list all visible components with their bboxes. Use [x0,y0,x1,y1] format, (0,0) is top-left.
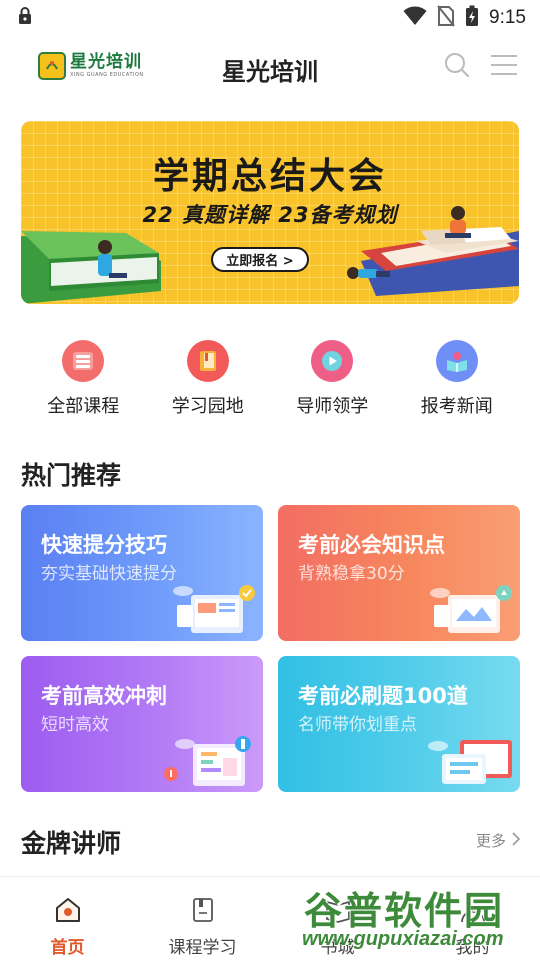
watermark-url: www.gupuxiazai.com [302,928,504,950]
battery-charging-icon [465,5,479,31]
home-icon [54,897,82,927]
section-title-teachers: 金牌讲师 [21,829,122,858]
menu-icon[interactable] [490,53,518,81]
status-bar: 9:15 [0,0,540,36]
quick-nav-all-courses[interactable]: 全部课程 [21,340,146,424]
watermark: 谷普软件园 www.gupuxiazai.com [296,876,540,960]
card-title: 考前必刷题100道 [298,684,468,708]
wifi-icon [403,6,427,30]
quick-nav-exam-news[interactable]: 报考新闻 [395,340,520,424]
register-now-button[interactable]: 立即报名 > [211,247,309,272]
book-icon [186,340,229,382]
chevron-right-icon [512,831,521,850]
card-illustration [428,740,512,784]
more-label: 更多 [475,832,506,850]
no-sim-icon [437,5,455,31]
news-book-icon [435,340,478,382]
promo-banner[interactable]: 学期总结大会 22 真题详解 23备考规划 立即报名 > [21,121,519,304]
card-subtitle: 名师带你划重点 [298,715,417,735]
nav-label: 课程学习 [168,938,237,958]
card-illustration [173,585,255,633]
search-icon[interactable] [444,52,470,82]
lock-icon [18,7,32,29]
quick-nav: 全部课程 学习园地 导师领学 报考新闻 [21,340,519,424]
status-time: 9:15 [489,7,526,28]
section-title-hot: 热门推荐 [21,461,122,490]
nav-label: 首页 [50,938,85,958]
quick-nav-label: 报考新闻 [420,396,493,417]
nav-courses[interactable]: 课程学习 [135,877,270,960]
card-subtitle: 夯实基础快速提分 [41,564,177,584]
rec-card-key-points[interactable]: 考前必会知识点 背熟稳拿30分 [278,505,520,641]
quick-nav-tutor[interactable]: 导师领学 [270,340,395,424]
card-subtitle: 短时高效 [41,715,109,735]
quick-nav-label: 学习园地 [171,396,244,417]
rec-card-sprint[interactable]: 考前高效冲刺 短时高效 [21,656,263,792]
card-title: 快速提分技巧 [41,533,167,557]
play-icon [311,340,354,382]
card-illustration [430,585,512,633]
rec-card-100-questions[interactable]: 考前必刷题100道 名师带你划重点 [278,656,520,792]
banner-subtitle: 22 真题详解 23备考规划 [142,203,398,227]
course-list-icon [62,340,105,382]
card-illustration [164,736,251,786]
card-title: 考前高效冲刺 [41,684,167,708]
banner-title: 学期总结大会 [152,156,387,197]
nav-home[interactable]: 首页 [0,877,135,960]
more-teachers-link[interactable]: 更多 [475,830,521,851]
watermark-title: 谷普软件园 [304,889,505,933]
course-doc-icon [191,897,215,927]
card-title: 考前必会知识点 [298,533,445,557]
quick-nav-label: 导师领学 [296,396,369,417]
app-header: 星光培训 XING GUANG EDUCATION 星光培训 [0,36,540,100]
card-subtitle: 背熟稳拿30分 [298,564,405,584]
quick-nav-label: 全部课程 [47,396,120,417]
quick-nav-study-garden[interactable]: 学习园地 [146,340,271,424]
rec-card-fast-score[interactable]: 快速提分技巧 夯实基础快速提分 [21,505,263,641]
